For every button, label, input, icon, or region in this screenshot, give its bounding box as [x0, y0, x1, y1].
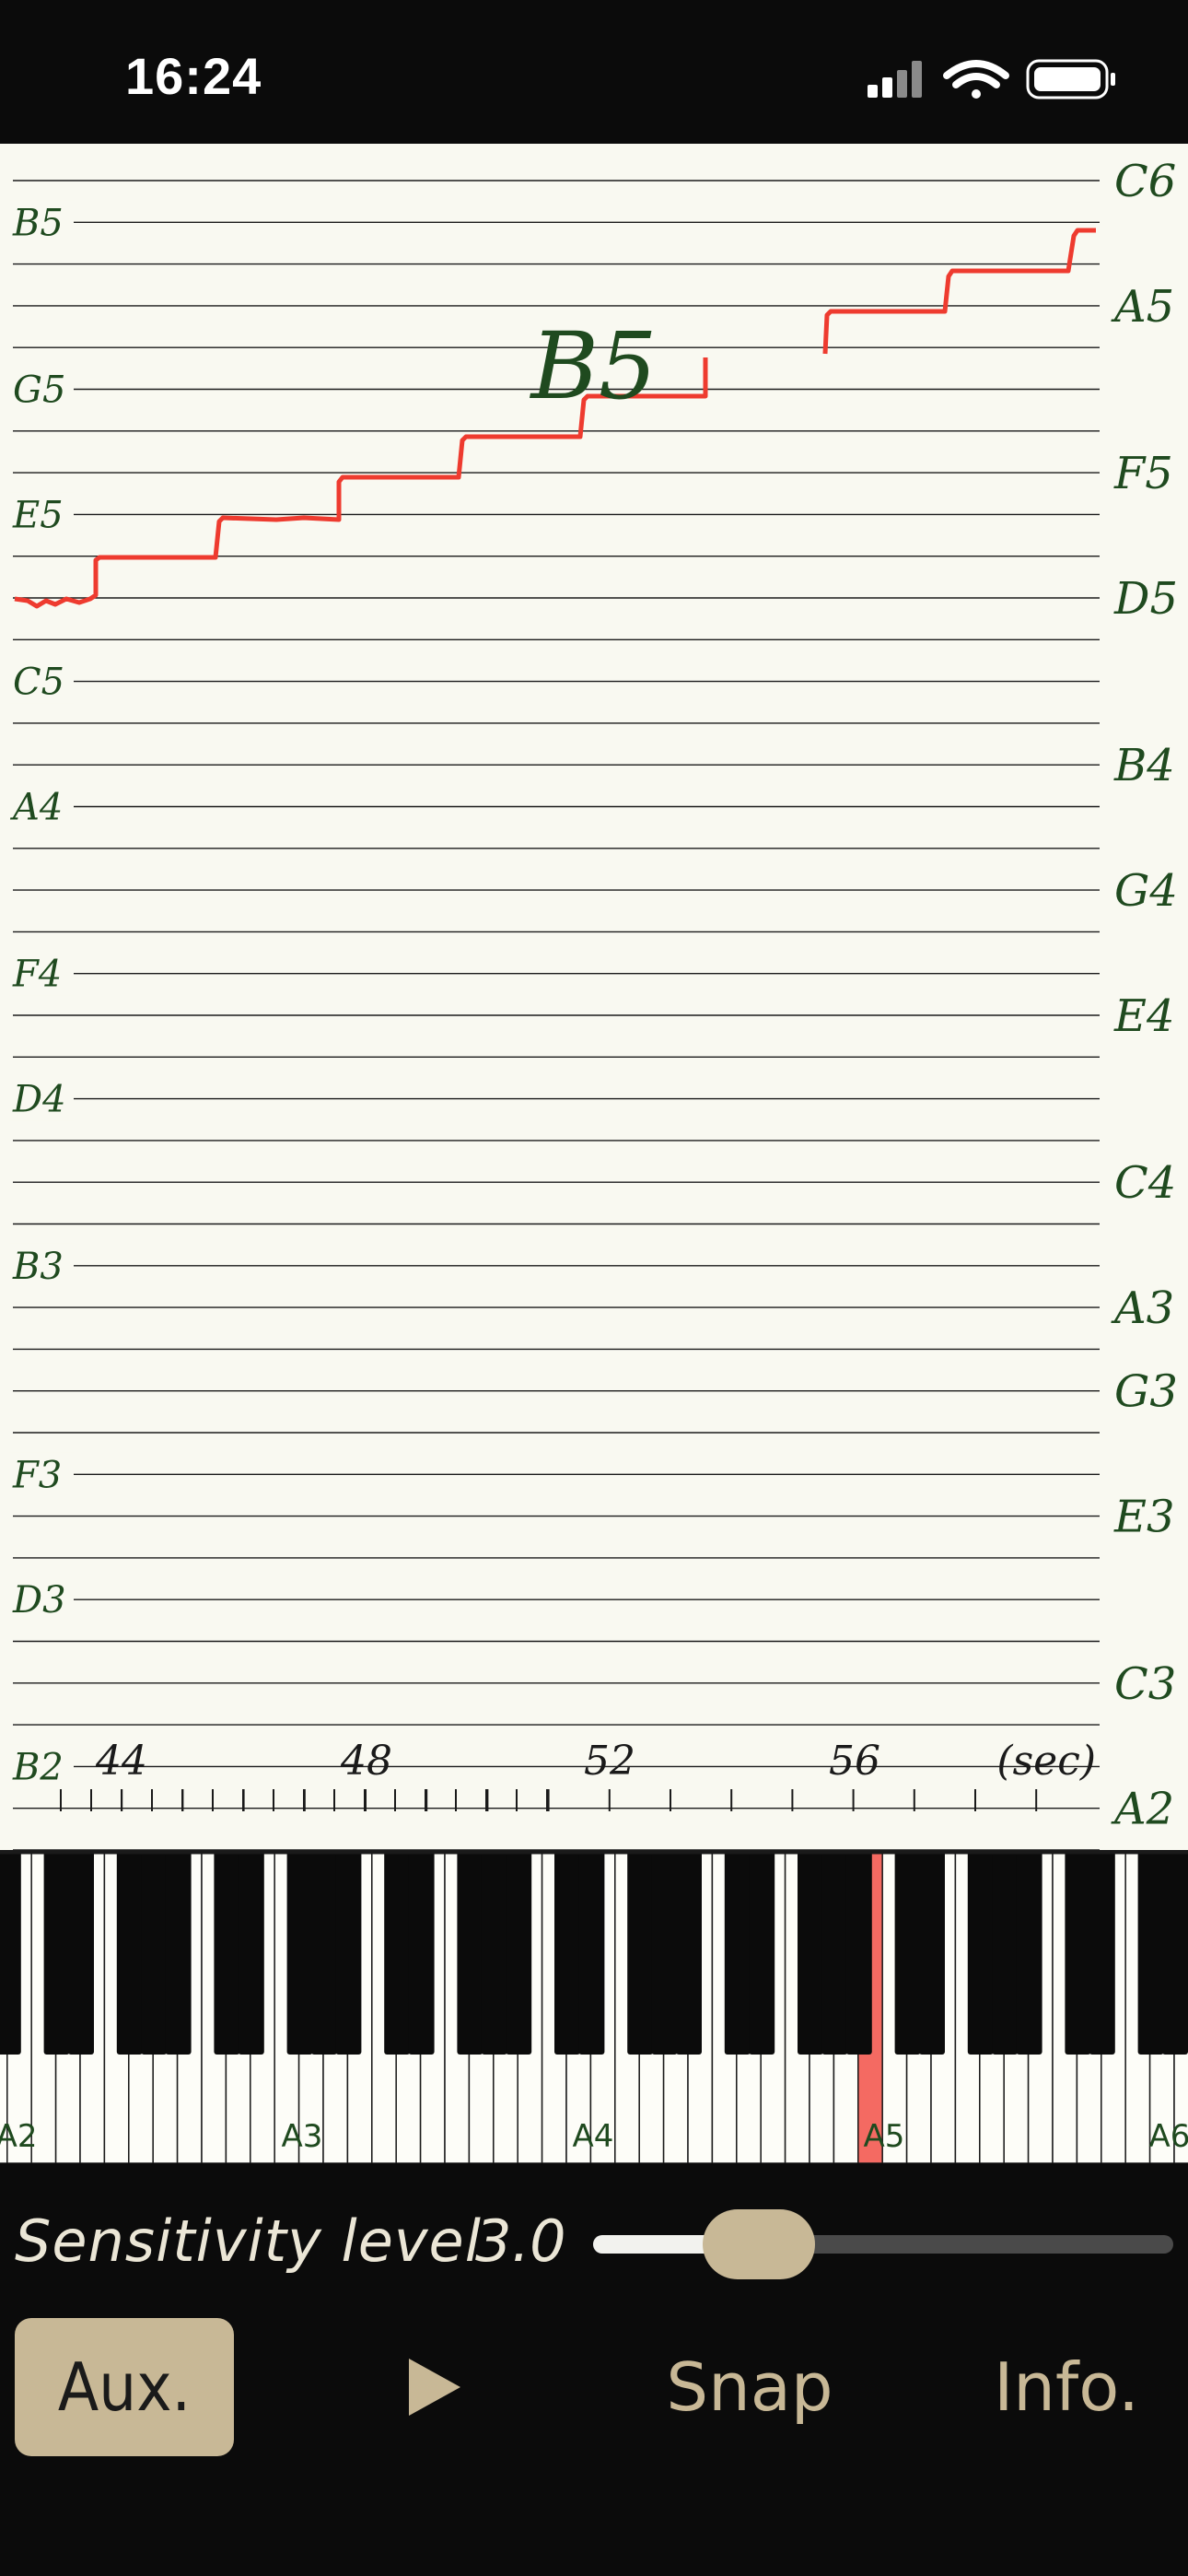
note-label-left: D3 [12, 1579, 66, 1622]
play-button[interactable] [387, 2346, 488, 2429]
black-key[interactable] [1137, 1850, 1164, 2055]
octave-label: A2 [0, 2118, 37, 2155]
black-key[interactable] [724, 1850, 751, 2055]
octave-label: A5 [864, 2118, 905, 2155]
note-label-left: A4 [9, 787, 63, 829]
cellular-signal-icon [868, 61, 922, 98]
sensitivity-slider[interactable] [593, 2209, 1173, 2279]
sensitivity-slider-thumb[interactable] [702, 2209, 815, 2279]
black-key[interactable] [286, 1850, 313, 2055]
sensitivity-value: 3.0 [475, 2207, 566, 2275]
time-axis: 44 48 52 56 (sec) [60, 1738, 1096, 1811]
black-key[interactable] [116, 1850, 143, 2055]
note-label-left: B3 [12, 1246, 64, 1288]
time-unit-label: (sec) [996, 1738, 1096, 1785]
black-key[interactable] [1162, 1850, 1188, 2055]
time-tick-label: 52 [584, 1738, 635, 1785]
octave-label: A4 [573, 2118, 614, 2155]
pitch-line-segment [822, 228, 1096, 355]
black-key[interactable] [214, 1850, 240, 2055]
note-label-right: G4 [1114, 865, 1178, 917]
black-key[interactable] [894, 1850, 921, 2055]
black-key[interactable] [408, 1850, 435, 2055]
black-key[interactable] [238, 1850, 264, 2055]
snap-button[interactable]: Snap [666, 2318, 833, 2456]
note-label-right: B4 [1113, 740, 1175, 791]
note-label-left: F3 [12, 1454, 62, 1496]
black-key[interactable] [311, 1850, 337, 2055]
note-label-right: F5 [1113, 448, 1173, 499]
note-label-right: A5 [1111, 281, 1174, 333]
black-key[interactable] [68, 1850, 94, 2055]
note-label-left: E5 [12, 494, 64, 536]
time-tick-label: 48 [340, 1738, 392, 1785]
note-label-left: B5 [12, 202, 64, 244]
black-key[interactable] [627, 1850, 654, 2055]
control-panel: Sensitivity level 3.0 Aux. Snap Info. [0, 2163, 1188, 2576]
wifi-icon [943, 60, 1009, 99]
note-label-left: G5 [13, 369, 65, 412]
status-icons [866, 57, 1142, 107]
black-key[interactable] [335, 1850, 362, 2055]
pitch-graph: B5 G5 E5 C5 A4 F4 D4 B3 F3 D3 B2 C6 A5 F5 D5 B4 G4 E4 C4 A… [0, 144, 1188, 1850]
black-key[interactable] [554, 1850, 580, 2055]
black-key[interactable] [992, 1850, 1019, 2055]
note-label-right: A2 [1111, 1784, 1174, 1835]
piano-keyboard[interactable]: A2 A3 A4 A5 A6 [0, 1850, 1188, 2163]
pitch-staff: B5 G5 E5 C5 A4 F4 D4 B3 F3 D3 B2 C6 A5 F5 D5 B4 G4 E4 C4 A… [9, 156, 1178, 1850]
black-key[interactable] [651, 1850, 678, 2055]
black-key[interactable] [384, 1850, 411, 2055]
time-tick-label: 56 [829, 1738, 880, 1785]
note-label-left: C5 [13, 662, 64, 704]
black-key[interactable] [821, 1850, 848, 2055]
black-key[interactable] [845, 1850, 872, 2055]
black-key[interactable] [749, 1850, 775, 2055]
black-key[interactable] [506, 1850, 532, 2055]
time-tick-label: 44 [95, 1738, 147, 1785]
note-label-left: F4 [12, 954, 62, 996]
black-key[interactable] [919, 1850, 945, 2055]
black-key[interactable] [165, 1850, 192, 2055]
note-label-right: C4 [1114, 1157, 1176, 1209]
black-key[interactable] [457, 1850, 483, 2055]
note-label-right: E4 [1113, 990, 1175, 1042]
octave-label: A6 [1149, 2118, 1188, 2155]
black-key[interactable] [1089, 1850, 1115, 2055]
octave-label: A3 [282, 2118, 323, 2155]
black-key[interactable] [0, 1850, 21, 2055]
black-key[interactable] [798, 1850, 823, 2055]
note-label-right: A3 [1111, 1282, 1174, 1334]
sensitivity-label: Sensitivity level [15, 2207, 482, 2275]
black-key[interactable] [481, 1850, 507, 2055]
note-label-right: E3 [1113, 1492, 1175, 1543]
note-label-right: C3 [1114, 1658, 1176, 1710]
info-button[interactable]: Info. [994, 2318, 1139, 2456]
note-label-left: D4 [12, 1079, 66, 1121]
note-label-right: D5 [1113, 573, 1178, 625]
black-key[interactable] [141, 1850, 168, 2055]
note-label-left: B2 [12, 1746, 64, 1788]
note-labels-left: B5 G5 E5 C5 A4 F4 D4 B3 F3 D3 B2 [9, 200, 74, 1789]
aux-button[interactable]: Aux. [15, 2318, 234, 2456]
status-bar: 16:24 [0, 0, 1188, 144]
black-key[interactable] [676, 1850, 702, 2055]
note-labels-right: C6 A5 F5 D5 B4 G4 E4 C4 A3 G3 E3 C3 A2 [1111, 156, 1178, 1835]
note-label-right: G3 [1114, 1366, 1178, 1418]
black-key[interactable] [578, 1850, 605, 2055]
battery-icon [1026, 59, 1115, 100]
note-label-right: C6 [1114, 156, 1176, 207]
clock: 16:24 [125, 47, 262, 105]
black-key[interactable] [1016, 1850, 1042, 2055]
black-key[interactable] [967, 1850, 994, 2055]
play-icon [409, 2359, 460, 2416]
black-key[interactable] [43, 1850, 70, 2055]
current-note-label: B5 [529, 312, 657, 420]
black-key[interactable] [1065, 1850, 1091, 2055]
